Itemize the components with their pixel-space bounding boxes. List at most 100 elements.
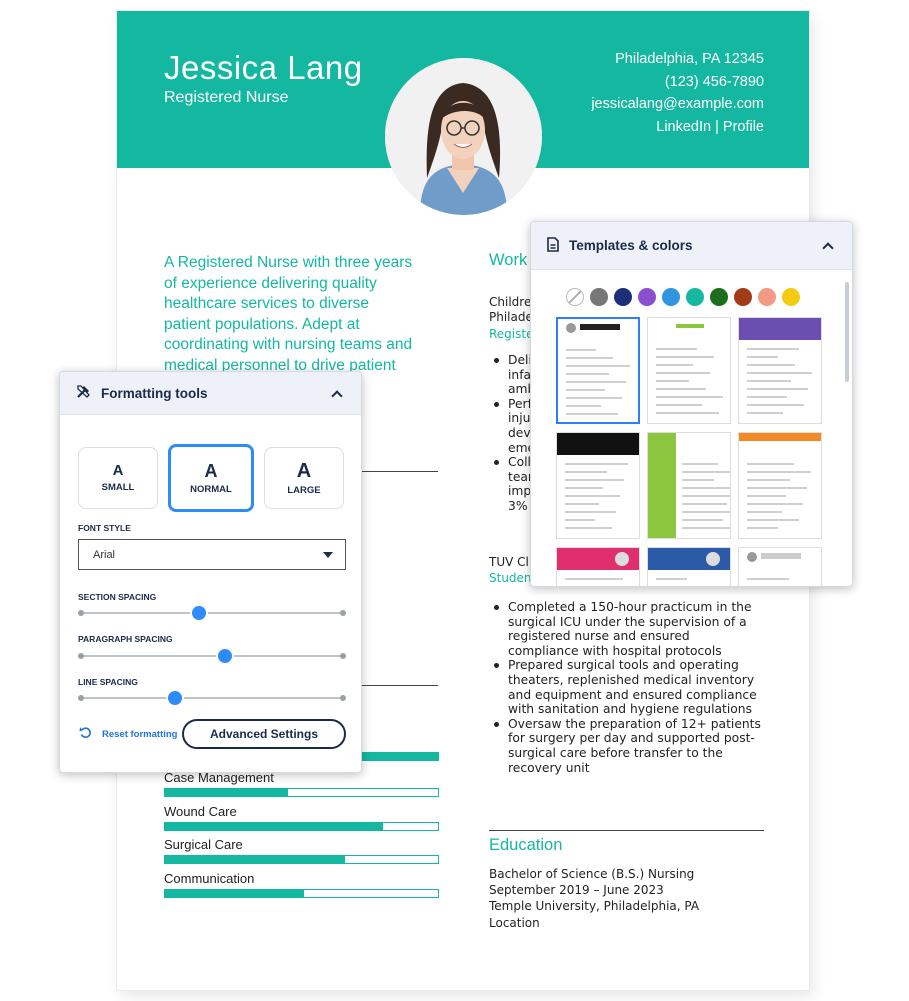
skill-name: Wound Care — [164, 804, 237, 819]
color-swatch[interactable] — [614, 288, 632, 306]
template-thumbnail[interactable] — [647, 547, 731, 586]
font-size-options: A SMALL A NORMAL A LARGE — [60, 415, 361, 512]
size-large-label: LARGE — [287, 484, 321, 496]
template-thumbnail[interactable] — [738, 317, 822, 424]
formatting-panel-title: Formatting tools — [101, 385, 208, 401]
color-swatch[interactable] — [662, 288, 680, 306]
color-swatch[interactable] — [782, 288, 800, 306]
color-swatch-none[interactable] — [566, 288, 584, 306]
reset-formatting-label: Reset formatting — [102, 728, 178, 740]
skill-item: Wound Care — [164, 804, 439, 831]
color-swatch[interactable] — [686, 288, 704, 306]
template-grid — [556, 317, 822, 586]
scrollbar[interactable] — [845, 282, 849, 382]
template-thumbnail[interactable] — [647, 317, 731, 424]
color-swatch[interactable] — [710, 288, 728, 306]
education-dates: September 2019 – June 2023 — [489, 883, 664, 897]
education-degree: Bachelor of Science (B.S.) Nursing — [489, 867, 695, 881]
slider-track — [80, 655, 344, 657]
slider-end — [78, 695, 84, 701]
template-thumbnail[interactable] — [556, 317, 640, 424]
job2-bullet: Completed a 150-hour practicum in the su… — [489, 600, 764, 658]
template-thumbnail[interactable] — [556, 547, 640, 586]
size-small-button[interactable]: A SMALL — [78, 447, 158, 509]
skill-item: Surgical Care — [164, 837, 439, 864]
skill-item: Case Management — [164, 770, 439, 797]
slider-end — [340, 653, 346, 659]
job2-bullet: Oversaw the preparation of 12+ patients … — [489, 717, 764, 775]
slider-handle[interactable] — [218, 649, 233, 663]
contact-links: LinkedIn | Profile — [656, 118, 764, 135]
job1-company: Childre — [489, 295, 532, 309]
contact-block: Philadelphia, PA 12345 (123) 456-7890 je… — [591, 48, 764, 138]
skill-name: Communication — [164, 871, 255, 886]
formatting-tools-panel: Formatting tools A SMALL A NORMAL A LARG… — [59, 371, 362, 773]
color-swatch[interactable] — [638, 288, 656, 306]
skill-bar — [164, 855, 439, 864]
font-style-select[interactable]: Arial — [78, 539, 346, 570]
template-thumbnail[interactable] — [738, 432, 822, 539]
job2-bullet: Prepared surgical tools and operating th… — [489, 658, 764, 716]
color-swatch[interactable] — [758, 288, 776, 306]
contact-location: Philadelphia, PA 12345 — [615, 51, 764, 67]
contact-phone: (123) 456-7890 — [664, 73, 764, 90]
line-spacing-slider[interactable] — [78, 691, 346, 705]
job1-location: Philade — [489, 310, 533, 324]
document-icon — [547, 236, 559, 255]
skill-name: Surgical Care — [164, 837, 243, 852]
size-small-label: SMALL — [101, 482, 135, 493]
color-swatch[interactable] — [734, 288, 752, 306]
advanced-settings-button[interactable]: Advanced Settings — [182, 719, 346, 749]
skill-bar — [164, 822, 439, 831]
resume-name: Jessica Lang — [164, 49, 363, 86]
font-style-value: Arial — [93, 548, 116, 561]
formatting-panel-header[interactable]: Formatting tools — [60, 372, 361, 415]
color-swatch[interactable] — [590, 288, 608, 306]
work-section-title: Work — [489, 251, 528, 269]
paragraph-spacing-slider[interactable] — [78, 649, 346, 663]
font-style-label: FONT STYLE — [78, 523, 131, 533]
contact-email: jessicalang@example.com — [591, 96, 764, 112]
skill-item: Communication — [164, 871, 439, 898]
size-normal-glyph: A — [204, 460, 218, 481]
slider-track — [80, 612, 344, 614]
job2-company: TUV Cli — [489, 555, 533, 569]
slider-end — [340, 610, 346, 616]
color-swatches — [531, 270, 852, 306]
slider-handle[interactable] — [168, 691, 183, 705]
job1-role: Registe — [489, 327, 534, 341]
template-thumbnail[interactable] — [556, 432, 640, 539]
template-thumbnail[interactable] — [738, 547, 822, 586]
size-large-glyph: A — [296, 459, 312, 482]
skill-bar — [164, 889, 439, 898]
slider-end — [78, 610, 84, 616]
line-spacing-label: LINE SPACING — [78, 677, 138, 687]
paragraph-spacing-label: PARAGRAPH SPACING — [78, 634, 173, 644]
divider — [489, 830, 764, 831]
templates-panel-title: Templates & colors — [569, 238, 693, 253]
templates-panel-header[interactable]: Templates & colors — [531, 222, 852, 270]
chevron-up-icon[interactable] — [331, 389, 343, 402]
slider-handle[interactable] — [191, 606, 206, 620]
skill-fill — [165, 823, 384, 830]
size-large-button[interactable]: A LARGE — [264, 447, 344, 509]
size-normal-button[interactable]: A NORMAL — [168, 444, 254, 512]
template-thumbnail[interactable] — [647, 432, 731, 539]
caret-down-icon — [323, 552, 333, 558]
education-location: Location — [489, 916, 540, 930]
size-normal-label: NORMAL — [190, 483, 232, 495]
chevron-up-icon[interactable] — [822, 242, 834, 254]
job2-bullets: Completed a 150-hour practicum in the su… — [489, 600, 764, 775]
reset-formatting-link[interactable]: Reset formatting — [79, 726, 177, 742]
undo-icon — [79, 726, 92, 742]
templates-panel: Templates & colors — [530, 221, 853, 587]
section-spacing-slider[interactable] — [78, 606, 346, 620]
slider-end — [340, 695, 346, 701]
profile-photo — [385, 58, 542, 215]
skill-fill — [165, 856, 346, 863]
skill-fill — [165, 890, 305, 897]
slider-track — [80, 697, 344, 699]
size-small-glyph: A — [112, 462, 124, 479]
skill-bar — [164, 788, 439, 797]
slider-end — [78, 653, 84, 659]
